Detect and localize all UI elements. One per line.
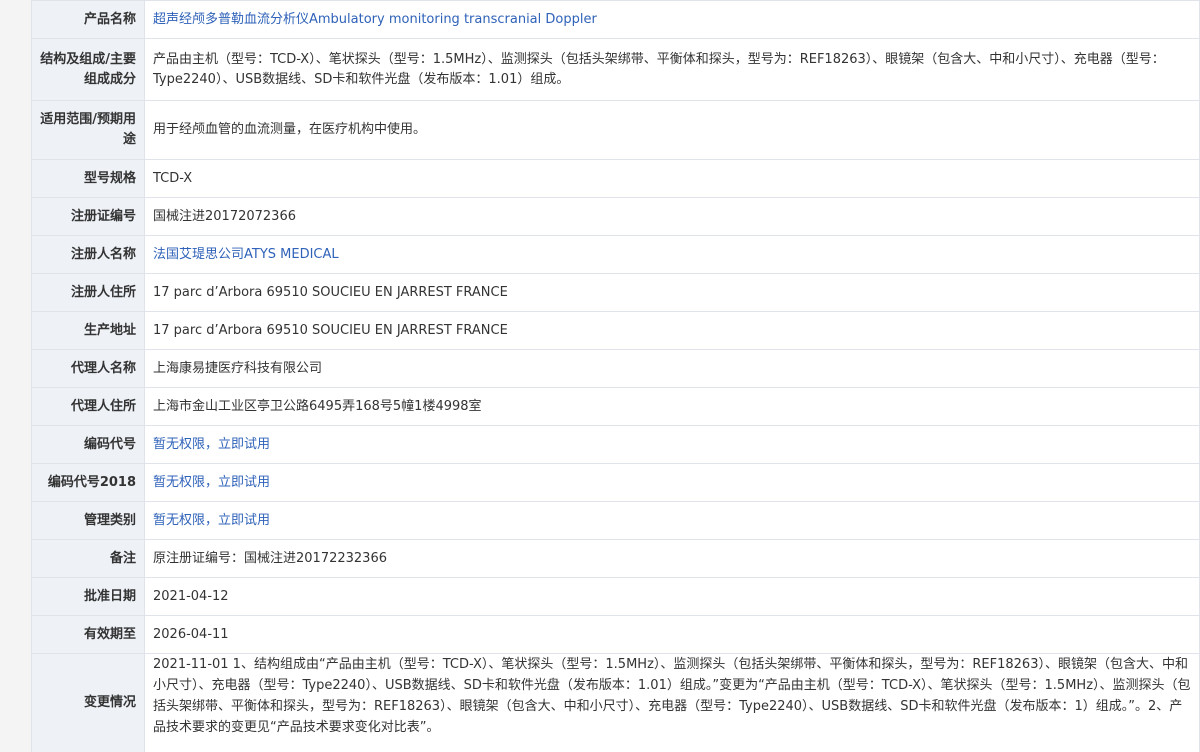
structure-value: 产品由主机（型号：TCD-X）、笔状探头（型号：1.5MHz）、监测探头（包括头… xyxy=(144,38,1200,101)
row-label: 备注 xyxy=(31,539,145,578)
table-row: 结构及组成/主要组成成分 产品由主机（型号：TCD-X）、笔状探头（型号：1.5… xyxy=(31,38,1200,101)
product-name-link[interactable]: 超声经颅多普勒血流分析仪Ambulatory monitoring transc… xyxy=(144,0,1200,39)
table-row: 产品名称 超声经颅多普勒血流分析仪Ambulatory monitoring t… xyxy=(31,0,1200,39)
row-label: 适用范围/预期用途 xyxy=(31,100,145,160)
table-row: 有效期至 2026-04-11 xyxy=(31,615,1200,654)
table-row: 变更情况 2021-11-01 1、结构组成由“产品由主机（型号：TCD-X）、… xyxy=(31,653,1200,752)
approve-date-value: 2021-04-12 xyxy=(144,577,1200,616)
detail-panel: 产品名称 超声经颅多普勒血流分析仪Ambulatory monitoring t… xyxy=(31,0,1200,752)
code-cell[interactable]: 暂无权限，立即试用 xyxy=(144,425,1200,464)
row-label: 型号规格 xyxy=(31,159,145,198)
remark-value: 原注册证编号：国械注进20172232366 xyxy=(144,539,1200,578)
row-label: 代理人住所 xyxy=(31,387,145,426)
agent-addr-value: 上海市金山工业区亭卫公路6495弄168号5幢1楼4998室 xyxy=(144,387,1200,426)
changes-value: 2021-11-01 1、结构组成由“产品由主机（型号：TCD-X）、笔状探头（… xyxy=(144,653,1200,752)
mgmt-class-trial-link[interactable]: 暂无权限，立即试用 xyxy=(153,513,270,528)
row-label: 产品名称 xyxy=(31,0,145,39)
registrant-cell[interactable]: 法国艾瑅思公司ATYS MEDICAL xyxy=(144,235,1200,274)
table-row: 代理人住所 上海市金山工业区亭卫公路6495弄168号5幢1楼4998室 xyxy=(31,387,1200,426)
row-label: 注册人名称 xyxy=(31,235,145,274)
code2018-cell[interactable]: 暂无权限，立即试用 xyxy=(144,463,1200,502)
table-row: 编码代号2018 暂无权限，立即试用 xyxy=(31,463,1200,502)
code-trial-link[interactable]: 暂无权限，立即试用 xyxy=(153,437,270,452)
row-label: 批准日期 xyxy=(31,577,145,616)
reg-no-value: 国械注进20172072366 xyxy=(144,197,1200,236)
table-row: 备注 原注册证编号：国械注进20172232366 xyxy=(31,539,1200,578)
row-label: 注册人住所 xyxy=(31,273,145,312)
row-label: 注册证编号 xyxy=(31,197,145,236)
registrant-addr-value: 17 parc d’Arbora 69510 SOUCIEU EN JARRES… xyxy=(144,273,1200,312)
expiry-value: 2026-04-11 xyxy=(144,615,1200,654)
row-label: 变更情况 xyxy=(31,653,145,752)
table-row: 注册人住所 17 parc d’Arbora 69510 SOUCIEU EN … xyxy=(31,273,1200,312)
product-name-value[interactable]: 超声经颅多普勒血流分析仪Ambulatory monitoring transc… xyxy=(153,12,597,27)
agent-value: 上海康易捷医疗科技有限公司 xyxy=(144,349,1200,388)
mgmt-class-cell[interactable]: 暂无权限，立即试用 xyxy=(144,501,1200,540)
table-row: 适用范围/预期用途 用于经颅血管的血流测量，在医疗机构中使用。 xyxy=(31,100,1200,160)
scope-value: 用于经颅血管的血流测量，在医疗机构中使用。 xyxy=(144,100,1200,160)
table-row: 编码代号 暂无权限，立即试用 xyxy=(31,425,1200,464)
table-row: 型号规格 TCD-X xyxy=(31,159,1200,198)
table-row: 管理类别 暂无权限，立即试用 xyxy=(31,501,1200,540)
row-label: 有效期至 xyxy=(31,615,145,654)
row-label: 管理类别 xyxy=(31,501,145,540)
table-row: 注册证编号 国械注进20172072366 xyxy=(31,197,1200,236)
code2018-trial-link[interactable]: 暂无权限，立即试用 xyxy=(153,475,270,490)
row-label: 代理人名称 xyxy=(31,349,145,388)
mfg-addr-value: 17 parc d’Arbora 69510 SOUCIEU EN JARRES… xyxy=(144,311,1200,350)
table-row: 批准日期 2021-04-12 xyxy=(31,577,1200,616)
registrant-link[interactable]: 法国艾瑅思公司ATYS MEDICAL xyxy=(153,247,339,262)
model-value: TCD-X xyxy=(144,159,1200,198)
registration-detail-table: 产品名称 超声经颅多普勒血流分析仪Ambulatory monitoring t… xyxy=(31,0,1200,752)
table-row: 注册人名称 法国艾瑅思公司ATYS MEDICAL xyxy=(31,235,1200,274)
row-label: 生产地址 xyxy=(31,311,145,350)
row-label: 编码代号2018 xyxy=(31,463,145,502)
row-label: 编码代号 xyxy=(31,425,145,464)
row-label: 结构及组成/主要组成成分 xyxy=(31,38,145,101)
table-row: 代理人名称 上海康易捷医疗科技有限公司 xyxy=(31,349,1200,388)
table-row: 生产地址 17 parc d’Arbora 69510 SOUCIEU EN J… xyxy=(31,311,1200,350)
